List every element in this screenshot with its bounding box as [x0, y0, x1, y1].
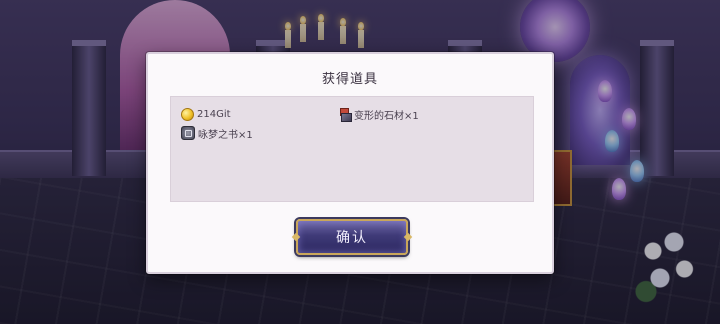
reward-item-label: 咏梦之书×1 — [198, 129, 253, 141]
reward-item: 咏梦之书×1 — [181, 125, 253, 141]
reward-item-label: 变形的石材×1 — [354, 110, 419, 122]
reward-item-label: 214Git — [197, 108, 231, 120]
confirm-button[interactable]: 确认 — [296, 219, 408, 255]
reward-item: 214Git — [181, 106, 231, 122]
dialog-title: 获得道具 — [321, 72, 378, 87]
stone-material-icon — [339, 107, 352, 122]
reward-dialog: 获得道具 214Git 变形的石材×1 咏梦之书×1 确认 — [146, 52, 554, 274]
game-scene: 获得道具 214Git 变形的石材×1 咏梦之书×1 确认 — [0, 0, 720, 324]
reward-item: 变形的石材×1 — [339, 106, 419, 122]
book-icon — [181, 126, 195, 140]
reward-list: 214Git 变形的石材×1 咏梦之书×1 — [170, 96, 534, 202]
gold-coin-icon — [181, 107, 194, 121]
